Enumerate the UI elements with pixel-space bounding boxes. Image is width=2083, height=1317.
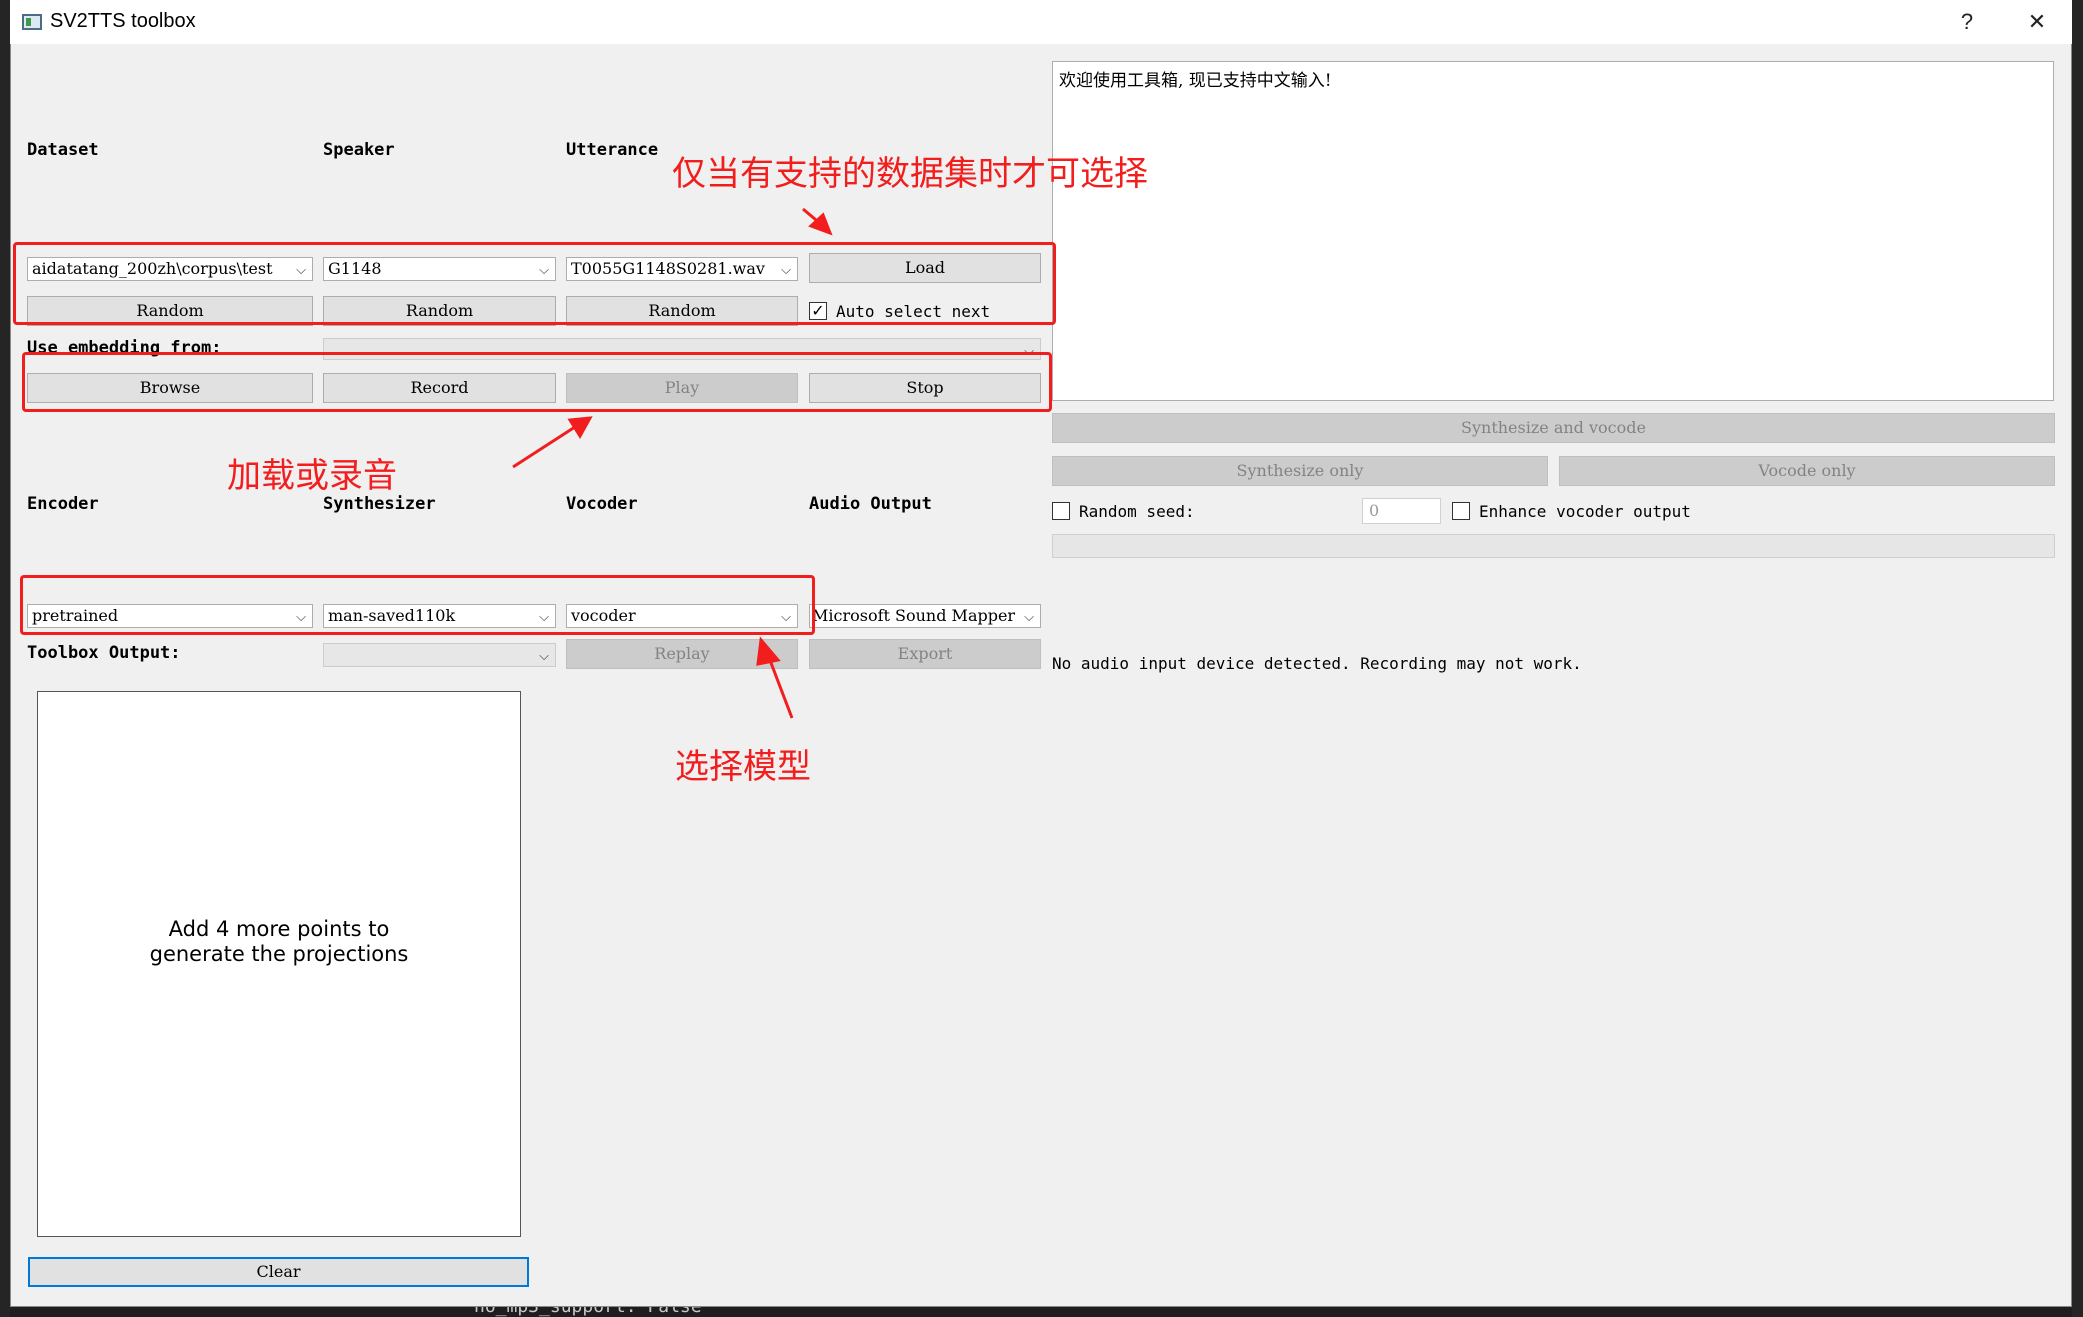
help-button[interactable]: ?: [1947, 6, 1987, 38]
app-root: no_mp3_support: False SV2TTS toolbox ? ✕…: [0, 0, 2083, 1317]
progress-bar: [1052, 534, 2055, 558]
chevron-down-icon: ⌵: [539, 649, 549, 664]
background-editor-strip: [0, 0, 10, 1317]
enhance-vocoder-checkbox[interactable]: [1452, 502, 1470, 520]
synthesizer-label: Synthesizer: [323, 494, 436, 514]
background-editor-strip-right: [2072, 0, 2083, 1317]
dataset-label: Dataset: [27, 140, 99, 160]
text-input[interactable]: 欢迎使用工具箱, 现已支持中文输入!: [1052, 61, 2054, 401]
vocoder-label: Vocoder: [566, 494, 638, 514]
chevron-down-icon: ⌵: [1024, 610, 1034, 625]
replay-button[interactable]: Replay: [566, 639, 798, 669]
projection-line-1: Add 4 more points to: [168, 917, 390, 941]
title-bar[interactable]: [10, 0, 2072, 44]
enhance-vocoder-label: Enhance vocoder output: [1479, 502, 1691, 521]
synthesize-only-button[interactable]: Synthesize only: [1052, 456, 1548, 486]
utterance-label: Utterance: [566, 140, 659, 160]
export-button[interactable]: Export: [809, 639, 1041, 669]
toolbox-output-select[interactable]: ⌵: [323, 643, 556, 667]
seed-input[interactable]: 0: [1362, 498, 1441, 524]
speaker-label: Speaker: [323, 140, 395, 160]
window-title: SV2TTS toolbox: [50, 10, 196, 32]
annotation-dataset-note: 仅当有支持的数据集时才可选择: [672, 154, 1148, 194]
log-message: No audio input device detected. Recordin…: [1052, 654, 1582, 673]
synthesize-and-vocode-button[interactable]: Synthesize and vocode: [1052, 413, 2055, 443]
annotation-box-record: [22, 352, 1052, 412]
app-icon: [22, 14, 42, 30]
audio-output-label: Audio Output: [809, 494, 932, 514]
audio-output-value: Microsoft Sound Mapper: [812, 606, 1016, 625]
annotation-model-note: 选择模型: [675, 747, 811, 787]
encoder-label: Encoder: [27, 494, 99, 514]
projection-line-2: generate the projections: [149, 942, 409, 966]
close-button[interactable]: ✕: [2017, 6, 2057, 38]
vocode-only-button[interactable]: Vocode only: [1559, 456, 2055, 486]
annotation-box-dataset: [13, 242, 1056, 325]
random-seed-label: Random seed:: [1079, 502, 1195, 521]
audio-output-select[interactable]: Microsoft Sound Mapper ⌵: [809, 604, 1041, 628]
annotation-box-model: [20, 575, 815, 635]
clear-button[interactable]: Clear: [28, 1257, 529, 1287]
annotation-record-note: 加载或录音: [227, 456, 397, 496]
toolbox-output-label: Toolbox Output:: [27, 643, 181, 663]
projection-message: Add 4 more points to generate the projec…: [37, 917, 521, 967]
random-seed-checkbox[interactable]: [1052, 502, 1070, 520]
